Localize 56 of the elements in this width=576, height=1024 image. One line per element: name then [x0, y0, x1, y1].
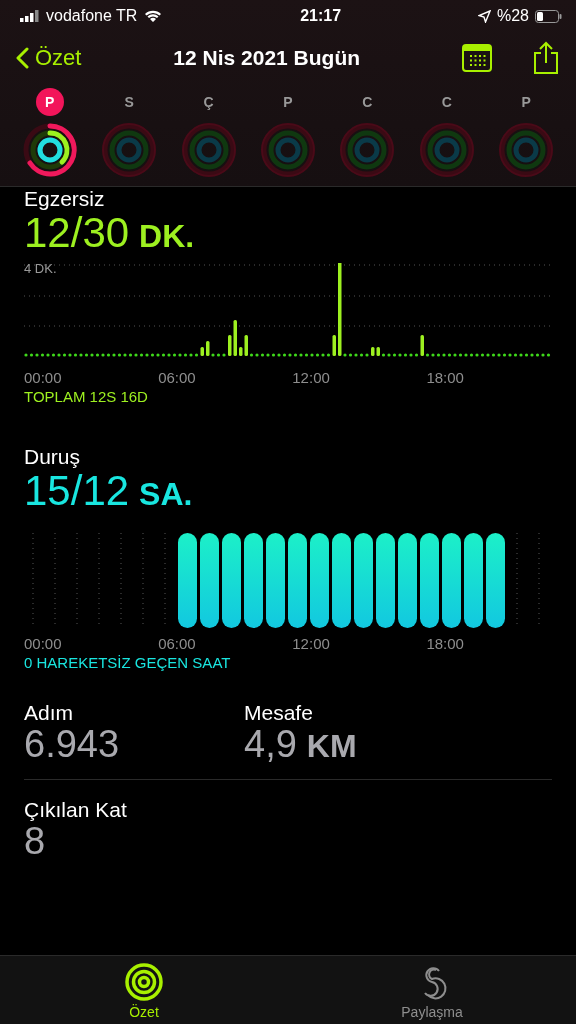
tab-bar-item[interactable]: Özet	[0, 956, 288, 1024]
activity-rings-icon	[21, 122, 78, 178]
axis-label: 4 DK.	[24, 261, 57, 277]
stat-label: Mesafe	[244, 701, 314, 726]
signal-icon	[20, 10, 40, 22]
axis-label: 12:00	[292, 635, 330, 653]
calendar-button[interactable]	[462, 44, 492, 72]
day-label[interactable]: S	[115, 88, 144, 116]
axis-label: 00:00	[24, 369, 62, 387]
wifi-icon	[143, 9, 164, 23]
back-button[interactable]: Özet	[16, 45, 82, 71]
stat-label: Çıkılan Kat	[24, 798, 128, 823]
section-title: Duruş	[24, 445, 82, 470]
stand-summary: 0 HAREKETSİZ GEÇEN SAAT	[24, 654, 232, 672]
activity-rings-icon	[101, 122, 158, 178]
axis-label: 06:00	[158, 635, 196, 653]
day-label[interactable]: P	[35, 88, 64, 116]
day-label[interactable]: C	[432, 88, 461, 116]
stat-value: 4,9 KM	[244, 725, 358, 766]
stat-value: 8	[24, 822, 46, 862]
battery-percent-text: %28	[496, 7, 529, 25]
day-label[interactable]: Ç	[194, 88, 223, 116]
nav-title: 12 Nis 2021 Bugün	[172, 46, 362, 70]
axis-label: 18:00	[426, 369, 464, 387]
clock-text: 21:17	[300, 7, 342, 25]
rings-icon	[124, 962, 164, 1002]
tab-bar-item[interactable]: Paylaşma	[288, 956, 576, 1024]
section-title: Egzersiz	[24, 187, 106, 211]
exercise-bar	[332, 335, 336, 357]
exercise-total: TOPLAM 12S 16D	[24, 388, 149, 406]
axis-label: 18:00	[426, 635, 464, 653]
axis-label: 06:00	[158, 369, 196, 387]
stat-value: 6.943	[24, 725, 121, 766]
day-label[interactable]: C	[353, 88, 382, 116]
exercise-value: 12/30 DK.	[24, 211, 196, 256]
axis-label: 00:00	[24, 635, 62, 653]
exercise-bar	[420, 335, 424, 357]
share-button[interactable]	[532, 41, 560, 75]
day-label[interactable]: P	[274, 88, 302, 116]
stand-value: 15/12 SA.	[24, 469, 194, 514]
activity-rings-icon	[180, 122, 237, 178]
activity-rings-icon	[498, 122, 555, 178]
location-arrow-icon	[477, 9, 491, 23]
activity-rings-icon	[339, 122, 396, 178]
share-icon	[532, 41, 560, 75]
activity-rings-icon	[418, 122, 475, 178]
battery-icon	[535, 9, 562, 23]
exercise-bar	[206, 341, 210, 357]
chevron-left-icon	[16, 47, 29, 69]
activity-rings-icon	[260, 122, 316, 178]
axis-label: 12:00	[292, 369, 330, 387]
stat-label: Adım	[24, 701, 74, 726]
carrier-text: vodafone TR	[46, 7, 138, 25]
calendar-icon	[462, 44, 492, 72]
day-label[interactable]: P	[512, 88, 541, 116]
exercise-bar	[200, 347, 204, 357]
